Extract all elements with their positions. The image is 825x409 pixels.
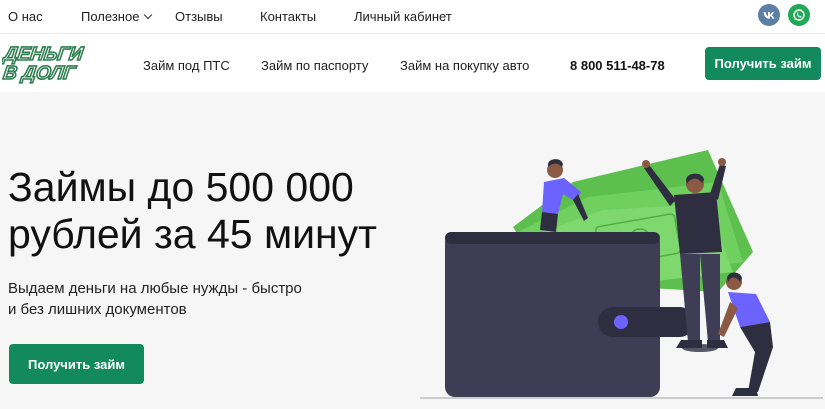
top-bar: О нас Полезное Отзывы Контакты Личный ка… xyxy=(0,0,825,34)
wallet-money-illustration xyxy=(420,150,823,399)
chevron-down-icon xyxy=(144,10,153,20)
hero-subtitle: Выдаем деньги на любые нужды - быстро и … xyxy=(8,280,302,318)
person-lifting-wallet xyxy=(718,272,773,396)
header-get-loan-button[interactable]: Получить займ xyxy=(705,47,821,80)
wallet xyxy=(445,232,693,397)
logo-line-2: В ДОЛГ xyxy=(2,63,78,84)
top-nav-useful-label: Полезное xyxy=(81,9,140,24)
nav-loan-pts[interactable]: Займ под ПТС xyxy=(143,58,230,73)
hero-get-loan-button[interactable]: Получить займ xyxy=(9,344,144,384)
nav-loan-car-purchase[interactable]: Займ на покупку авто xyxy=(400,58,529,73)
top-nav-reviews[interactable]: Отзывы xyxy=(175,9,223,24)
whatsapp-icon[interactable] xyxy=(788,4,810,26)
hero-section: Займы до 500 000 рублей за 45 минут Выда… xyxy=(0,92,825,409)
logo-graphic: ДЕНЬГИ В ДОЛГ xyxy=(0,43,86,84)
top-nav-account[interactable]: Личный кабинет xyxy=(354,9,452,24)
top-nav-contacts[interactable]: Контакты xyxy=(260,9,316,24)
whatsapp-glyph xyxy=(793,9,805,21)
logo-line-1: ДЕНЬГИ xyxy=(2,44,86,65)
top-nav-useful[interactable]: Полезное xyxy=(81,9,153,24)
vk-glyph xyxy=(763,11,774,19)
logo[interactable]: ДЕНЬГИ В ДОЛГ xyxy=(0,40,94,84)
main-header: ДЕНЬГИ В ДОЛГ Займ под ПТС Займ по паспо… xyxy=(0,34,825,92)
hero-title: Займы до 500 000 рублей за 45 минут xyxy=(8,164,377,257)
shadow xyxy=(682,344,718,352)
nav-loan-passport[interactable]: Займ по паспорту xyxy=(261,58,368,73)
vk-icon[interactable] xyxy=(758,4,780,26)
phone-number[interactable]: 8 800 511-48-78 xyxy=(570,58,665,73)
top-nav-about[interactable]: О нас xyxy=(8,9,43,24)
